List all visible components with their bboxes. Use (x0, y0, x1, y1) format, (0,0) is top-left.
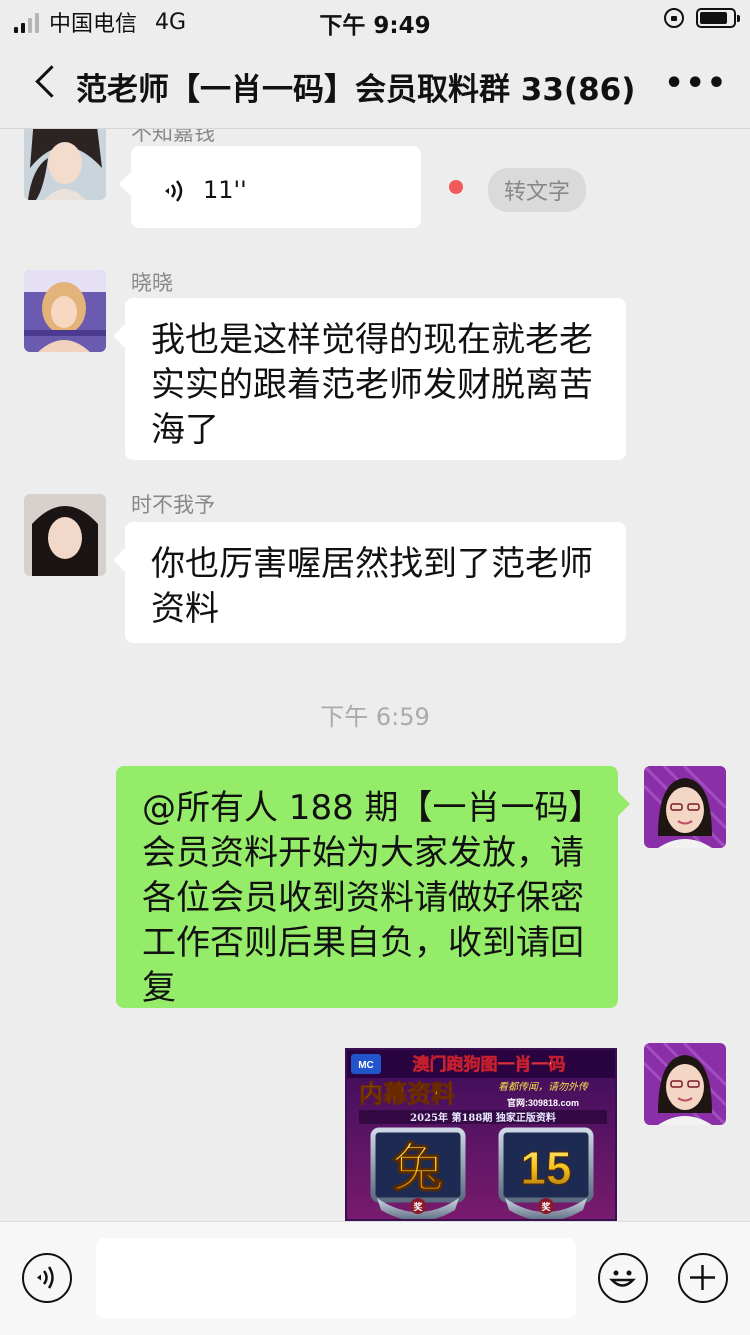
battery-fill (700, 12, 727, 24)
voice-duration: 11'' (203, 176, 247, 204)
avatar[interactable] (24, 494, 106, 576)
poster-badge-left: 奖 (413, 1201, 423, 1213)
unread-dot (449, 180, 463, 194)
chat-title: 范老师【一肖一码】会员取料群 33(86) (76, 72, 636, 108)
text-message-bubble[interactable]: @所有人 188 期【一肖一码】会员资料开始为大家发放，请各位会员收到资料请做好… (116, 766, 630, 1008)
sender-name: 晓晓 (131, 271, 173, 295)
image-message[interactable]: MC 澳门跑狗图一肖一码 内幕资料 看都传闻，请勿外传 官网:309818.co… (345, 1048, 617, 1221)
avatar[interactable] (644, 1043, 726, 1125)
poster-badge-right: 奖 (541, 1201, 551, 1213)
poster-logo: MC (358, 1060, 374, 1071)
poster-website: 官网:309818.com (507, 1097, 579, 1108)
sender-name: 时不我予 (131, 493, 215, 517)
battery-icon (696, 8, 740, 28)
chat-area[interactable]: 不知嘉钱 11'' 转文字 晓晓 我也是这样觉得的现在就老老实实的跟着范老师发财… (0, 129, 750, 1221)
message-input[interactable] (96, 1238, 576, 1318)
poster-number: 15 (520, 1142, 571, 1194)
back-chevron-icon[interactable] (28, 62, 68, 106)
avatar[interactable] (24, 270, 106, 352)
nav-bar: 范老师【一肖一码】会员取料群 33(86) ••• (0, 40, 750, 129)
status-bar: 中国电信 4G 下午 9:49 (0, 0, 750, 40)
lock-rotation-icon (664, 8, 684, 28)
avatar[interactable] (24, 129, 106, 200)
add-icon[interactable] (678, 1253, 728, 1303)
voice-message-bubble[interactable]: 11'' (119, 146, 421, 228)
emoji-icon[interactable] (598, 1253, 648, 1303)
poster-zodiac: 兔 (392, 1139, 444, 1199)
voice-icon (165, 179, 183, 202)
poster-issue-line: 2025年 第188期 独家正版资料 (410, 1111, 556, 1124)
status-time: 下午 9:49 (319, 13, 431, 39)
voice-input-icon[interactable] (22, 1253, 72, 1303)
message-timestamp: 下午 6:59 (320, 703, 430, 731)
more-icon[interactable]: ••• (664, 66, 728, 101)
sender-name: 不知嘉钱 (131, 129, 215, 145)
text-message-bubble[interactable]: 我也是这样觉得的现在就老老实实的跟着范老师发财脱离苦海了 (113, 298, 626, 460)
input-bar (0, 1221, 750, 1335)
transcribe-button[interactable]: 转文字 (488, 168, 587, 212)
poster-slogan: 看都传闻，请勿外传 (498, 1081, 589, 1093)
poster-headline: 澳门跑狗图一肖一码 (413, 1054, 566, 1075)
avatar[interactable] (644, 766, 726, 848)
text-message-bubble[interactable]: 你也厉害喔居然找到了范老师资料 (113, 522, 626, 643)
poster-subtitle: 内幕资料 (359, 1080, 455, 1108)
status-right (664, 8, 740, 28)
